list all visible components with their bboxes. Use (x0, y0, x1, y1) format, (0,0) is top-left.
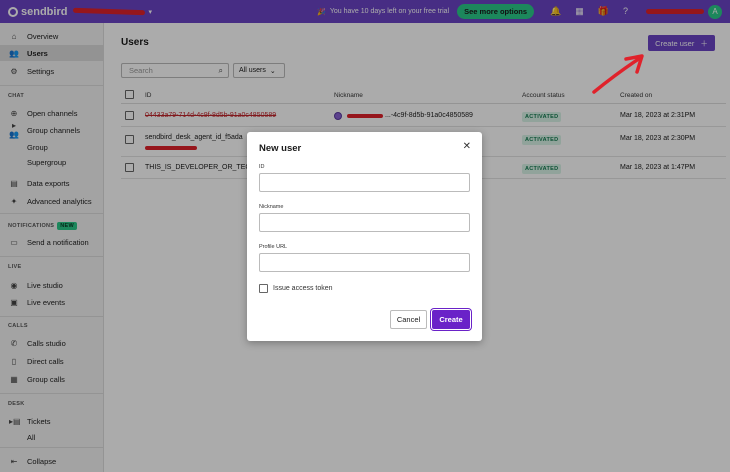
issue-access-token-checkbox[interactable] (259, 284, 268, 293)
close-icon[interactable]: ✕ (463, 141, 471, 152)
create-button[interactable]: Create (432, 310, 470, 329)
new-user-dialog: New user ✕ ID Nickname Profile URL Issue… (247, 132, 482, 341)
nickname-label: Nickname (259, 204, 284, 210)
issue-access-token-option[interactable]: Issue access token (259, 284, 333, 293)
id-field[interactable] (259, 173, 470, 192)
cancel-button[interactable]: Cancel (390, 310, 427, 329)
id-label: ID (259, 164, 265, 170)
issue-access-token-label: Issue access token (273, 285, 333, 292)
arrow-shaft (592, 56, 642, 94)
nickname-field[interactable] (259, 213, 470, 232)
profile-url-label: Profile URL (259, 244, 288, 250)
profile-url-field[interactable] (259, 253, 470, 272)
annotation-arrow (592, 54, 644, 94)
dialog-title: New user (259, 143, 302, 154)
